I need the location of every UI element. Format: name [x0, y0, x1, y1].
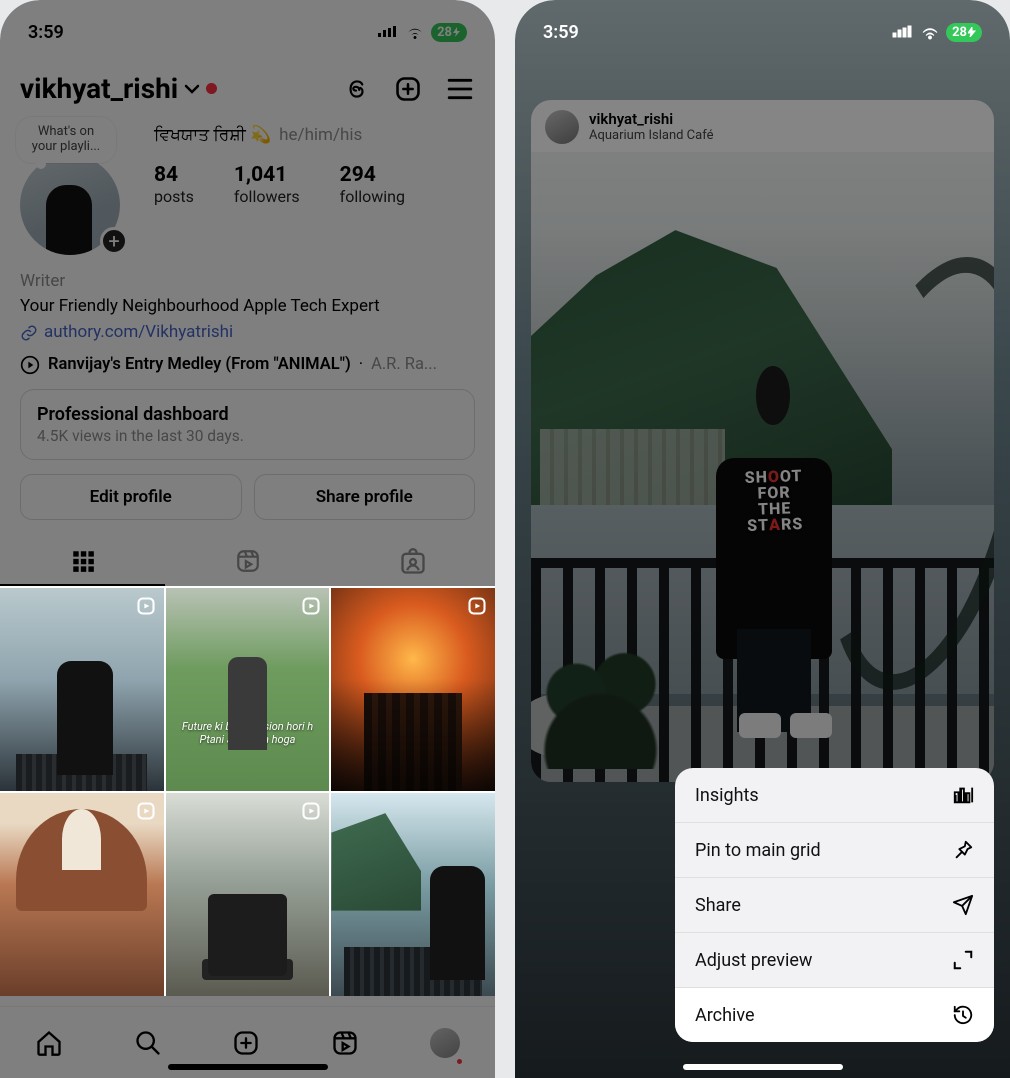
wifi-icon: [920, 25, 940, 40]
tab-tagged[interactable]: [330, 538, 495, 586]
grid-post-6[interactable]: [331, 793, 495, 996]
notification-dot: [206, 83, 217, 94]
menu-share[interactable]: Share: [675, 878, 994, 933]
status-bar: 3:59 28: [515, 0, 1010, 54]
status-time: 3:59: [543, 22, 579, 43]
menu-archive[interactable]: Archive: [675, 988, 994, 1042]
profile-music[interactable]: Ranvijay's Entry Medley (From "ANIMAL") …: [0, 345, 495, 375]
post-avatar[interactable]: [545, 110, 579, 144]
status-right: 28: [892, 23, 982, 42]
nav-reels[interactable]: [331, 1029, 359, 1057]
posts-grid: I hour: Future ki badi tension hori h Pt…: [0, 586, 495, 996]
battery-indicator: 28: [431, 23, 467, 42]
status-right: 28: [377, 23, 467, 42]
nav-search[interactable]: [134, 1029, 162, 1057]
grid-post-1[interactable]: [0, 588, 164, 791]
menu-pin[interactable]: Pin to main grid: [675, 823, 994, 878]
post-header: vikhyat_rishi Aquarium Island Café: [531, 100, 994, 152]
profile-screen: 3:59 28 vikhyat_rishi What's on your: [0, 0, 495, 1078]
grid-post-3[interactable]: [331, 588, 495, 791]
reels-nav-icon: [331, 1029, 359, 1057]
tab-reels[interactable]: [165, 538, 330, 586]
avatar-section[interactable]: What's on your playli... +: [20, 121, 130, 255]
grid-post-5[interactable]: [166, 793, 330, 996]
post-location[interactable]: Aquarium Island Café: [589, 128, 713, 143]
grid-post-4[interactable]: [0, 793, 164, 996]
home-icon: [35, 1029, 63, 1057]
music-artist: A.R. Ra...: [371, 355, 437, 374]
send-icon: [952, 894, 974, 916]
create-icon[interactable]: [393, 74, 423, 104]
battery-indicator: 28: [946, 23, 982, 42]
reel-badge-icon: [467, 596, 487, 616]
nav-profile[interactable]: [430, 1028, 460, 1058]
grid-icon: [70, 548, 96, 574]
followers-stat[interactable]: 1,041 followers: [234, 163, 300, 206]
reel-badge-icon: [136, 801, 156, 821]
display-name: ਵਿਖਯਾਤ ਰਿਸ਼ੀ 💫: [154, 125, 271, 145]
edit-profile-button[interactable]: Edit profile: [20, 474, 242, 520]
chevron-down-icon: [184, 81, 200, 97]
hamburger-menu-icon[interactable]: [445, 74, 475, 104]
username-dropdown[interactable]: vikhyat_rishi: [20, 72, 217, 105]
pronouns: he/him/his: [279, 125, 362, 145]
reels-icon: [235, 548, 261, 574]
reel-badge-icon: [301, 596, 321, 616]
bio-role: Writer: [20, 269, 475, 294]
grid-caption: I hour: Future ki badi tension hori h Pt…: [166, 707, 330, 746]
username-label: vikhyat_rishi: [20, 72, 178, 105]
pin-icon: [952, 839, 974, 861]
cellular-icon: [377, 25, 399, 39]
post-image: SHOOTFOR THESTARS: [531, 152, 994, 782]
tagged-icon: [399, 548, 427, 576]
home-indicator: [683, 1064, 843, 1070]
music-title: Ranvijay's Entry Medley (From "ANIMAL"): [48, 355, 351, 374]
nav-create[interactable]: [232, 1029, 260, 1057]
bio-link[interactable]: authory.com/Vikhyatrishi: [20, 320, 475, 345]
post-actions-screen: 3:59 28 vikhyat_rishi Aquarium Island Ca…: [515, 0, 1010, 1078]
wifi-icon: [405, 25, 425, 40]
plus-square-icon: [232, 1029, 260, 1057]
post-context-menu: Insights Pin to main grid Share Adjust p…: [675, 768, 994, 1042]
bio-text: Your Friendly Neighbourhood Apple Tech E…: [20, 294, 475, 319]
expand-icon: [952, 949, 974, 971]
chart-icon: [952, 784, 974, 806]
status-bar: 3:59 28: [0, 0, 495, 54]
post-preview-card[interactable]: vikhyat_rishi Aquarium Island Café SHOOT…: [531, 100, 994, 782]
reel-badge-icon: [301, 801, 321, 821]
menu-insights[interactable]: Insights: [675, 768, 994, 823]
professional-dashboard-card[interactable]: Professional dashboard 4.5K views in the…: [20, 389, 475, 460]
post-username[interactable]: vikhyat_rishi: [589, 111, 713, 128]
tab-grid[interactable]: [0, 538, 165, 586]
play-circle-icon: [20, 355, 40, 375]
posts-stat[interactable]: 84 posts: [154, 163, 194, 206]
grid-post-2[interactable]: I hour: Future ki badi tension hori h Pt…: [166, 588, 330, 791]
status-time: 3:59: [28, 22, 64, 43]
add-story-badge[interactable]: +: [100, 227, 128, 255]
home-indicator: [168, 1064, 328, 1070]
search-icon: [134, 1029, 162, 1057]
share-profile-button[interactable]: Share profile: [254, 474, 476, 520]
note-bubble[interactable]: What's on your playli...: [16, 117, 116, 163]
link-icon: [20, 324, 38, 342]
profile-header: vikhyat_rishi: [0, 54, 495, 115]
cellular-icon: [892, 25, 914, 39]
menu-adjust-preview[interactable]: Adjust preview: [675, 933, 994, 988]
nav-home[interactable]: [35, 1029, 63, 1057]
reel-badge-icon: [136, 596, 156, 616]
profile-tabs: [0, 538, 495, 586]
archive-history-icon: [952, 1004, 974, 1026]
threads-icon[interactable]: [341, 74, 371, 104]
following-stat[interactable]: 294 following: [340, 163, 405, 206]
